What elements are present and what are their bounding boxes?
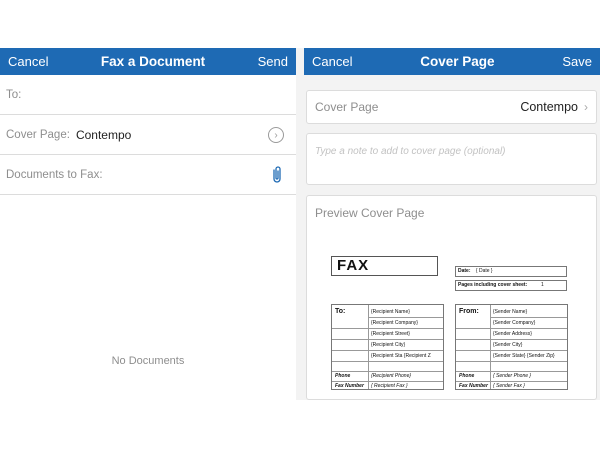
empty-state-text: No Documents xyxy=(111,355,185,367)
pane-divider xyxy=(296,48,304,400)
recipient-fax: { Recipient Fax } xyxy=(371,383,408,389)
cover-selector-label: Cover Page xyxy=(315,100,379,114)
phone-label-from: Phone xyxy=(459,373,475,379)
cover-page-value: Contempo xyxy=(75,127,132,142)
fax-cover-preview: FAX Date: { Date } Pages including cover… xyxy=(307,196,598,401)
cover-page-label: Cover Page: xyxy=(6,128,70,141)
chevron-right-circle-icon[interactable]: › xyxy=(268,127,284,143)
recipient-phone: {Recipient Phone} xyxy=(371,373,412,379)
from-header: From: xyxy=(459,308,479,315)
cover-page-navbar: Cancel Cover Page Save xyxy=(304,48,600,75)
date-value: { Date } xyxy=(475,268,493,274)
pages-value: 1 xyxy=(541,282,544,288)
pages-box: Pages including cover sheet: 1 xyxy=(455,280,567,291)
sender-table: From: {Sender Name} {Sender Company} {Se… xyxy=(455,304,568,390)
documents-label: Documents to Fax: xyxy=(6,168,103,181)
recipient-table: To: {Recipient Name} {Recipient Company}… xyxy=(331,304,444,390)
fax-heading: FAX xyxy=(331,256,438,276)
cover-navbar-title: Cover Page xyxy=(420,54,495,69)
fax-navbar: Cancel Fax a Document Send xyxy=(0,48,296,75)
to-field-row[interactable]: To: xyxy=(0,75,296,115)
cover-selector-value: Contempo xyxy=(520,100,578,114)
sender-fax: { Sender Fax } xyxy=(493,383,525,389)
date-box: Date: { Date } xyxy=(455,266,567,277)
sender-city: {Sender City} xyxy=(493,342,523,348)
chevron-right-icon: › xyxy=(584,100,588,114)
cover-cancel-button[interactable]: Cancel xyxy=(312,54,352,69)
recipient-company: {Recipient Company} xyxy=(371,320,418,326)
fax-label-to: Fax Number xyxy=(335,383,364,389)
fax-label-from: Fax Number xyxy=(459,383,488,389)
date-label: Date: xyxy=(458,268,471,274)
cover-page-selector[interactable]: Cover Page Contempo › xyxy=(306,90,597,124)
save-button[interactable]: Save xyxy=(562,54,592,69)
sender-phone: { Sender Phone } xyxy=(493,373,532,379)
pages-label: Pages including cover sheet: xyxy=(458,282,528,288)
sender-state-zip: {Sender State} {Sender Zip} xyxy=(493,353,555,359)
cover-note-input[interactable] xyxy=(315,146,588,157)
documents-row[interactable]: Documents to Fax: xyxy=(0,155,296,195)
send-button[interactable]: Send xyxy=(258,54,288,69)
navbar-title: Fax a Document xyxy=(100,54,206,69)
recipient-street: {Recipient Street} xyxy=(371,331,410,337)
recipient-name: {Recipient Name} xyxy=(371,309,410,315)
cover-page-row[interactable]: Cover Page: Contempo › xyxy=(0,115,296,155)
paperclip-icon[interactable] xyxy=(270,165,284,185)
recipient-city: {Recipient City} xyxy=(371,342,406,348)
sender-name: {Sender Name} xyxy=(493,309,528,315)
to-header: To: xyxy=(335,308,346,315)
phone-label-to: Phone xyxy=(335,373,351,379)
cancel-button[interactable]: Cancel xyxy=(8,54,48,69)
preview-card: Preview Cover Page FAX Date: { Date } Pa… xyxy=(306,195,597,400)
sender-address: {Sender Address} xyxy=(493,331,532,337)
fax-form-pane: To: Cover Page: Contempo › Documents to … xyxy=(0,75,296,400)
sender-company: {Sender Company} xyxy=(493,320,536,326)
cover-page-pane: Cover Page Contempo › Preview Cover Page… xyxy=(304,75,600,400)
recipient-state-zip: {Recipient Sta {Recipient Z xyxy=(371,353,431,359)
to-label: To: xyxy=(6,88,22,101)
note-card xyxy=(306,133,597,185)
